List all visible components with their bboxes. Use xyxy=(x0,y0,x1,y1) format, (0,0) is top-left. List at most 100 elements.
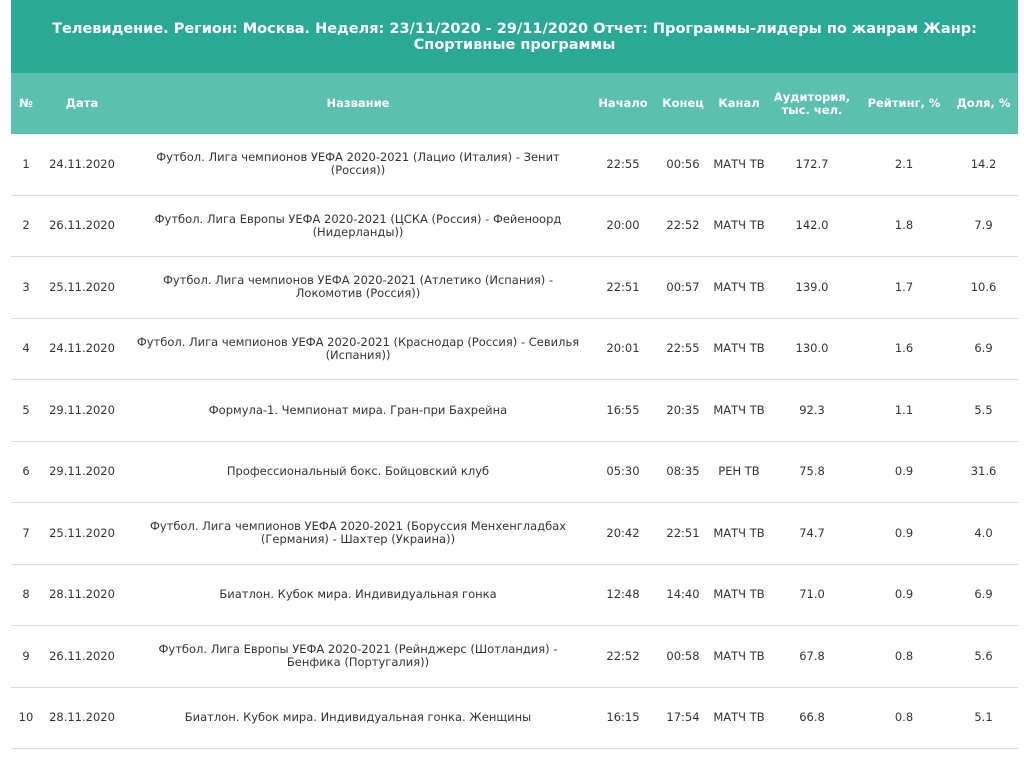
cell-channel: МАТЧ ТВ xyxy=(713,341,765,356)
table-row: 6 29.11.2020 Профессиональный бокс. Бойцов… xyxy=(11,442,1018,503)
cell-name: Футбол. Лига чемпионов УЕФА 2020-2021 (А… xyxy=(162,273,554,301)
cell-end: 00:56 xyxy=(666,156,700,171)
cell-date: 29.11.2020 xyxy=(49,402,115,417)
header-name: Название xyxy=(326,96,390,110)
table-header: № Дата Название Начало Конец Канал Аудит… xyxy=(11,73,1018,134)
cell-date: 28.11.2020 xyxy=(49,710,115,725)
cell-date: 28.11.2020 xyxy=(49,587,115,602)
cell-audience: 172.7 xyxy=(795,156,829,171)
cell-start: 12:48 xyxy=(606,587,640,602)
cell-start: 16:15 xyxy=(606,710,640,725)
cell-name: Футбол. Лига чемпионов УЕФА 2020-2021 (К… xyxy=(136,334,580,362)
cell-channel: МАТЧ ТВ xyxy=(713,156,765,171)
header-date: Дата xyxy=(65,96,99,110)
report-table: Телевидение. Регион: Москва. Неделя: 23/… xyxy=(11,0,1018,749)
cell-end: 17:54 xyxy=(666,710,700,725)
cell-channel: МАТЧ ТВ xyxy=(713,279,765,294)
header-share: Доля, % xyxy=(956,96,1011,110)
table-row: 4 24.11.2020 Футбол. Лига чемпионов УЕФА 2… xyxy=(11,319,1018,380)
cell-num: 4 xyxy=(22,341,30,356)
header-audience: Аудитория, тыс. чел. xyxy=(773,89,851,117)
cell-rating: 0.8 xyxy=(894,648,914,663)
cell-start: 22:55 xyxy=(606,156,640,171)
cell-date: 26.11.2020 xyxy=(49,218,115,233)
header-start: Начало xyxy=(598,96,648,110)
cell-share: 10.6 xyxy=(970,279,997,294)
cell-date: 25.11.2020 xyxy=(49,525,115,540)
cell-share: 4.0 xyxy=(974,525,993,540)
cell-date: 24.11.2020 xyxy=(49,341,115,356)
cell-audience: 130.0 xyxy=(795,341,829,356)
cell-date: 26.11.2020 xyxy=(49,648,115,663)
table-row: 1 24.11.2020 Футбол. Лига чемпионов УЕФА 2… xyxy=(11,134,1018,196)
cell-start: 05:30 xyxy=(606,464,640,479)
cell-share: 14.2 xyxy=(970,156,997,171)
cell-audience: 66.8 xyxy=(799,710,825,725)
cell-rating: 1.8 xyxy=(894,218,914,233)
cell-num: 9 xyxy=(22,648,30,663)
cell-end: 22:55 xyxy=(666,341,700,356)
cell-audience: 142.0 xyxy=(795,218,829,233)
cell-start: 20:01 xyxy=(606,341,640,356)
cell-rating: 0.9 xyxy=(894,525,914,540)
cell-share: 31.6 xyxy=(970,464,997,479)
cell-num: 7 xyxy=(22,525,30,540)
cell-name: Футбол. Лига чемпионов УЕФА 2020-2021 (Л… xyxy=(156,150,560,178)
cell-rating: 1.7 xyxy=(894,279,914,294)
cell-num: 5 xyxy=(22,402,30,417)
cell-start: 20:00 xyxy=(606,218,640,233)
table-row: 3 25.11.2020 Футбол. Лига чемпионов УЕФА 2… xyxy=(11,257,1018,319)
cell-share: 5.1 xyxy=(974,710,993,725)
cell-end: 22:52 xyxy=(666,218,700,233)
table-body: 1 24.11.2020 Футбол. Лига чемпионов УЕФА 2… xyxy=(11,134,1018,749)
cell-name: Формула-1. Чемпионат мира. Гран-при Бахр… xyxy=(208,402,508,417)
cell-num: 8 xyxy=(22,587,30,602)
cell-audience: 71.0 xyxy=(799,587,825,602)
cell-date: 24.11.2020 xyxy=(49,156,115,171)
header-end: Конец xyxy=(662,96,704,110)
cell-rating: 0.9 xyxy=(894,464,914,479)
cell-name: Футбол. Лига Европы УЕФА 2020-2021 (Рейн… xyxy=(158,642,558,670)
cell-start: 16:55 xyxy=(606,402,640,417)
cell-share: 6.9 xyxy=(974,341,993,356)
cell-audience: 67.8 xyxy=(799,648,825,663)
cell-rating: 1.1 xyxy=(894,402,914,417)
cell-end: 22:51 xyxy=(666,525,700,540)
cell-name: Футбол. Лига Европы УЕФА 2020-2021 (ЦСКА… xyxy=(154,211,562,239)
cell-channel: МАТЧ ТВ xyxy=(713,710,765,725)
cell-channel: МАТЧ ТВ xyxy=(713,525,765,540)
cell-share: 5.6 xyxy=(974,648,993,663)
cell-num: 1 xyxy=(22,156,30,171)
table-row: 5 29.11.2020 Формула-1. Чемпионат мира. Гр… xyxy=(11,380,1018,442)
header-num: № xyxy=(19,96,33,110)
cell-num: 6 xyxy=(22,464,30,479)
cell-date: 25.11.2020 xyxy=(49,279,115,294)
cell-start: 22:52 xyxy=(606,648,640,663)
cell-rating: 1.6 xyxy=(894,341,914,356)
cell-rating: 2.1 xyxy=(894,156,914,171)
cell-num: 3 xyxy=(22,279,30,294)
cell-channel: МАТЧ ТВ xyxy=(713,648,765,663)
cell-share: 7.9 xyxy=(974,218,993,233)
table-row: 8 28.11.2020 Биатлон. Кубок мира. Индивиду… xyxy=(11,565,1018,626)
table-row: 10 28.11.2020 Биатлон. Кубок мира. Индивид… xyxy=(11,688,1018,749)
cell-end: 08:35 xyxy=(666,464,700,479)
cell-start: 20:42 xyxy=(606,525,640,540)
cell-date: 29.11.2020 xyxy=(49,464,115,479)
cell-rating: 0.8 xyxy=(894,710,914,725)
cell-audience: 139.0 xyxy=(795,279,829,294)
cell-name: Биатлон. Кубок мира. Индивидуальная гонк… xyxy=(184,710,532,725)
cell-end: 00:58 xyxy=(666,648,700,663)
cell-channel: МАТЧ ТВ xyxy=(713,402,765,417)
cell-name: Футбол. Лига чемпионов УЕФА 2020-2021 (Б… xyxy=(149,519,567,547)
table-row: 9 26.11.2020 Футбол. Лига Европы УЕФА 2020… xyxy=(11,626,1018,688)
cell-start: 22:51 xyxy=(606,279,640,294)
cell-num: 2 xyxy=(22,218,30,233)
cell-audience: 92.3 xyxy=(799,402,825,417)
cell-audience: 74.7 xyxy=(799,525,825,540)
cell-channel: МАТЧ ТВ xyxy=(713,218,765,233)
cell-end: 00:57 xyxy=(666,279,700,294)
cell-channel: РЕН ТВ xyxy=(718,464,760,479)
cell-end: 20:35 xyxy=(666,402,700,417)
cell-channel: МАТЧ ТВ xyxy=(713,587,765,602)
